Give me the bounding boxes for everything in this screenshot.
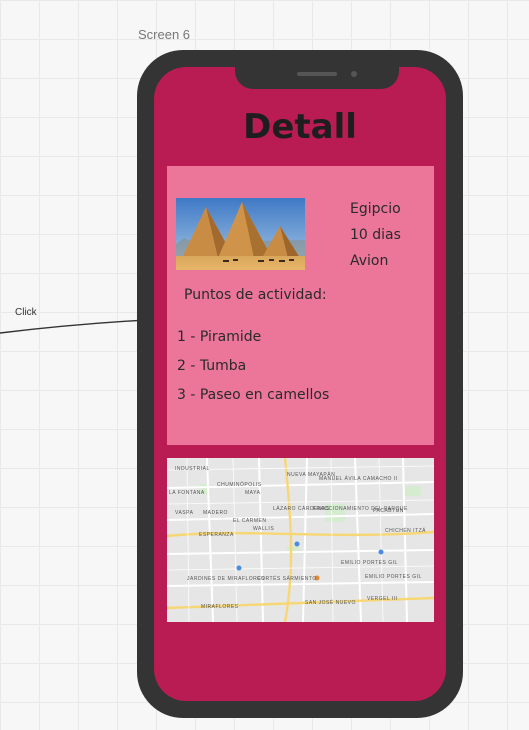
activity-list: 1 - Piramide 2 - Tumba 3 - Paseo en came… (177, 323, 329, 410)
trip-detail-card: Egipcio 10 dias Avion Puntos de activida… (167, 166, 434, 445)
activities-heading: Puntos de actividad: (184, 287, 327, 303)
phone-notch (235, 67, 399, 89)
map-label: CORTÉS SÁRMIENTO (257, 575, 317, 582)
map-label: CHICHÉN ITZÁ (385, 527, 426, 534)
map-label: MIRAFLORES (201, 604, 239, 610)
map-label: SAN JOSÉ NUEVO (305, 599, 356, 606)
map-label: INDUSTRIAL (175, 466, 210, 472)
speaker-grille (297, 72, 337, 76)
map-label: MAYA (245, 490, 261, 496)
map-label: ESPERANZA (199, 532, 234, 538)
trip-info: Egipcio 10 dias Avion (350, 196, 430, 274)
map-label: PACABTÚN (373, 507, 404, 514)
map-label: MADERO (203, 510, 228, 516)
page-title: Detall (243, 107, 357, 147)
map-label: VASPA (175, 510, 194, 516)
activity-item[interactable]: 1 - Piramide (177, 323, 329, 352)
duration-text: 10 dias (350, 227, 401, 243)
activity-item[interactable]: 2 - Tumba (177, 352, 329, 381)
activity-item[interactable]: 3 - Paseo en camellos (177, 381, 329, 410)
map-label: EMILIO PORTES GIL (365, 574, 422, 580)
map-label: MANUEL ÁVILA CAMACHO II (319, 475, 398, 482)
map-label: VERGEL III (367, 596, 398, 602)
map-label: JARDINES DE MIRAFLORES (187, 576, 265, 582)
map-label: WALLIS (253, 526, 274, 532)
phone-frame: Detall Egipcio 10 dias Avion Puntos de a… (137, 50, 463, 718)
map-label: LA FONTANA (169, 490, 205, 496)
map-thumbnail[interactable]: INDUSTRIAL CHUMINÓPOLIS NUEVA MAYAPÁN MA… (167, 458, 434, 622)
map-label: EMILIO PORTES GIL (341, 560, 398, 566)
transport-text: Avion (350, 253, 389, 269)
front-camera (351, 71, 357, 77)
pyramids-photo[interactable] (176, 198, 305, 270)
map-label: CHUMINÓPOLIS (217, 481, 262, 488)
destination-text: Egipcio (350, 201, 401, 217)
map-label: EL CARMEN (233, 518, 267, 524)
click-annotation: Click (15, 307, 37, 318)
phone-screen: Detall Egipcio 10 dias Avion Puntos de a… (154, 67, 446, 701)
